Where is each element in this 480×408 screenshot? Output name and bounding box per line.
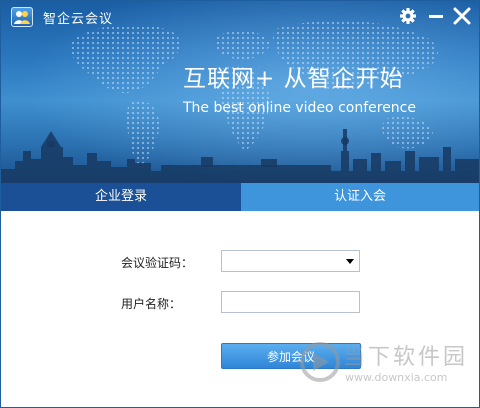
close-button[interactable] — [451, 5, 473, 27]
username-input[interactable] — [221, 291, 360, 313]
gear-icon — [400, 8, 416, 24]
watermark-logo-icon — [300, 342, 340, 382]
minimize-button[interactable] — [425, 5, 447, 27]
window-title: 智企云会议 — [43, 12, 114, 27]
watermark-url: www.downxia.com — [345, 371, 448, 384]
username-label: 用户名称： — [121, 297, 182, 311]
app-logo-icon — [11, 7, 33, 27]
close-icon — [453, 7, 471, 25]
chevron-down-icon[interactable] — [346, 259, 354, 264]
tab-verify-join[interactable]: 认证入会 — [241, 183, 479, 211]
meeting-code-select[interactable] — [221, 250, 360, 272]
login-window: 智企云会议 互联网+ 从智企开始 The best online video c… — [0, 0, 480, 408]
hero-subslogan: The best online video conference — [183, 100, 416, 116]
hero-banner: 智企云会议 互联网+ 从智企开始 The best online video c… — [1, 1, 479, 183]
watermark-brand: 当下软件园 — [343, 345, 469, 370]
meeting-code-label: 会议验证码： — [121, 256, 194, 270]
title-bar[interactable]: 智企云会议 — [1, 1, 479, 31]
tab-enterprise-login[interactable]: 企业登录 — [1, 183, 241, 211]
minimize-icon — [429, 15, 443, 18]
login-tabs: 企业登录 认证入会 — [1, 183, 479, 211]
hero-slogan: 互联网+ 从智企开始 — [183, 66, 404, 92]
settings-button[interactable] — [397, 5, 419, 27]
site-watermark: 当下软件园 www.downxia.com — [299, 337, 475, 393]
